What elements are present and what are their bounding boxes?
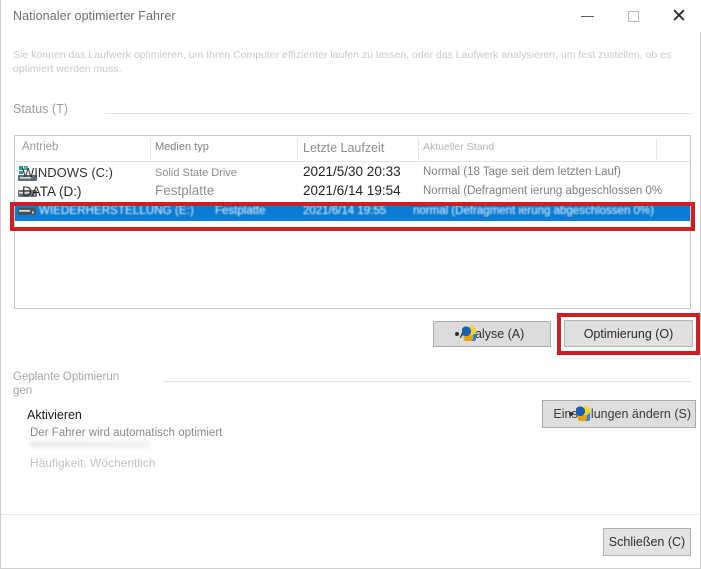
scheduled-section-header: Geplante Optimierun gen	[13, 370, 691, 398]
minimize-button[interactable]	[564, 0, 610, 32]
auto-optimize-description: Der Fahrer wird automatisch optimiert	[30, 427, 223, 439]
column-header-status[interactable]: Aktueller Stand	[423, 141, 494, 153]
column-separator	[150, 138, 151, 160]
cell-media-type: Solid State Drive	[155, 167, 237, 179]
close-dialog-button[interactable]: Schließen (C)	[603, 528, 691, 556]
activated-status: Aktivieren	[27, 408, 82, 422]
frequency-text: Häufigkeit: Wöchentlich	[30, 456, 156, 470]
title-bar: Nationaler optimierter Fahrer ✕	[1, 0, 701, 32]
column-header-drive[interactable]: Antrieb	[22, 141, 58, 153]
status-divider	[105, 113, 691, 114]
column-header-last-run[interactable]: Letzte Laufzeit	[303, 141, 384, 155]
close-button[interactable]: ✕	[656, 0, 701, 32]
change-settings-button[interactable]: Einstellungen ändern (S)	[542, 400, 696, 428]
cell-drive: DATA (D:)	[22, 184, 82, 199]
table-row-selected[interactable]: WIEDERHERSTELLUNG (E:) Festplatte 2021/6…	[15, 202, 690, 221]
footer-divider	[1, 514, 701, 515]
maximize-icon	[627, 10, 639, 22]
cell-last-run: 2021/6/14 19:54	[303, 183, 401, 198]
column-header-media-type[interactable]: Medien typ	[155, 141, 209, 153]
cell-media-type: Festplatte	[215, 205, 266, 217]
minimize-icon	[580, 15, 594, 17]
drive-table[interactable]: Antrieb Medien typ Letzte Laufzeit Aktue…	[14, 135, 691, 309]
maximize-button[interactable]	[610, 0, 656, 32]
column-separator	[297, 138, 298, 160]
cell-status: normal (Defragment ierung abgeschlossen …	[413, 205, 654, 217]
optimize-button[interactable]: Optimierung (O)	[564, 320, 693, 347]
status-section-header: Status (T)	[13, 102, 691, 124]
blurred-text-artifact	[30, 441, 150, 448]
cell-drive: WIEDERHERSTELLUNG (E:)	[39, 205, 194, 217]
table-row[interactable]: DATA (D:) Festplatte 2021/6/14 19:54 Nor…	[15, 182, 690, 204]
window-title: Nationaler optimierter Fahrer	[13, 9, 176, 23]
status-label: Status (T)	[13, 102, 68, 116]
scheduled-label: Geplante Optimierun gen	[13, 371, 120, 397]
scheduled-divider	[163, 381, 691, 382]
analyse-button[interactable]: Analyse (A)	[433, 321, 551, 347]
table-header-row: Antrieb Medien typ Letzte Laufzeit Aktue…	[15, 136, 690, 162]
cell-last-run: 2021/6/14 19:55	[303, 205, 387, 217]
column-separator	[656, 138, 657, 160]
intro-description: Sie können das Laufwerk optimieren, um I…	[13, 49, 672, 75]
window-controls: ✕	[564, 0, 701, 32]
close-icon: ✕	[671, 4, 687, 27]
cell-media-type: Festplatte	[155, 183, 215, 198]
hdd-drive-icon	[18, 208, 36, 215]
column-separator	[418, 138, 419, 160]
cell-last-run: 2021/5/30 20:33	[303, 164, 401, 179]
defrag-window: Nationaler optimierter Fahrer ✕ Sie könn…	[0, 0, 701, 569]
cell-status: Normal (18 Tage seit dem letzten Lauf)	[423, 166, 621, 178]
cell-status: Normal (Defragment ierung abgeschlossen …	[423, 185, 663, 197]
cell-drive: WINDOWS (C:)	[22, 165, 113, 180]
